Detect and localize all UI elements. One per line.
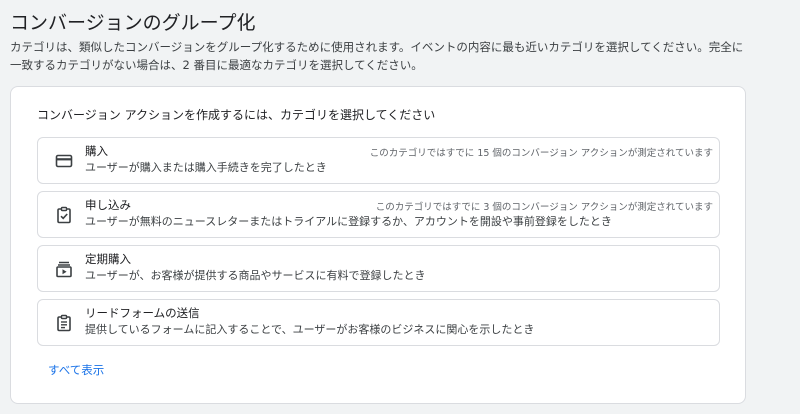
category-option-signup[interactable]: 申し込み ユーザーが無料のニュースレターまたはトライアルに登録するか、アカウント… — [37, 191, 720, 238]
page-title: コンバージョンのグループ化 — [10, 12, 256, 34]
card-heading: コンバージョン アクションを作成するには、カテゴリを選択してください — [37, 108, 436, 122]
show-all-link[interactable]: すべて表示 — [48, 362, 104, 378]
option-title: リードフォームの送信 — [85, 306, 200, 320]
option-status: このカテゴリではすでに 3 個のコンバージョン アクションが測定されています — [375, 202, 713, 213]
form-clipboard-icon — [54, 313, 74, 333]
category-option-subscription[interactable]: 定期購入 ユーザーが、お客様が提供する商品やサービスに有料で登録したとき — [37, 245, 720, 292]
option-title: 定期購入 — [85, 252, 131, 266]
option-description: ユーザーが購入または購入手続きを完了したとき — [85, 161, 327, 174]
credit-card-icon — [54, 151, 74, 171]
conversion-grouping-page: コンバージョンのグループ化 カテゴリは、類似したコンバージョンをグループ化するた… — [0, 0, 800, 414]
option-description: ユーザーが、お客様が提供する商品やサービスに有料で登録したとき — [85, 269, 426, 282]
subscriptions-icon — [54, 259, 74, 279]
option-status: このカテゴリではすでに 15 個のコンバージョン アクションが測定されています — [369, 148, 713, 159]
option-description: 提供しているフォームに記入することで、ユーザーがお客様のビジネスに関心を示したと… — [85, 323, 535, 336]
option-description: ユーザーが無料のニュースレターまたはトライアルに登録するか、アカウントを開設や事… — [85, 215, 612, 228]
option-title: 購入 — [85, 144, 108, 158]
category-option-purchase[interactable]: 購入 ユーザーが購入または購入手続きを完了したとき このカテゴリではすでに 15… — [37, 137, 720, 184]
clipboard-check-icon — [54, 205, 74, 225]
option-title: 申し込み — [85, 198, 131, 212]
page-description: カテゴリは、類似したコンバージョンをグループ化するために使用されます。イベントの… — [10, 40, 744, 72]
category-option-lead-form[interactable]: リードフォームの送信 提供しているフォームに記入することで、ユーザーがお客様のビ… — [37, 299, 720, 346]
category-card: コンバージョン アクションを作成するには、カテゴリを選択してください 購入 ユー… — [10, 86, 746, 404]
